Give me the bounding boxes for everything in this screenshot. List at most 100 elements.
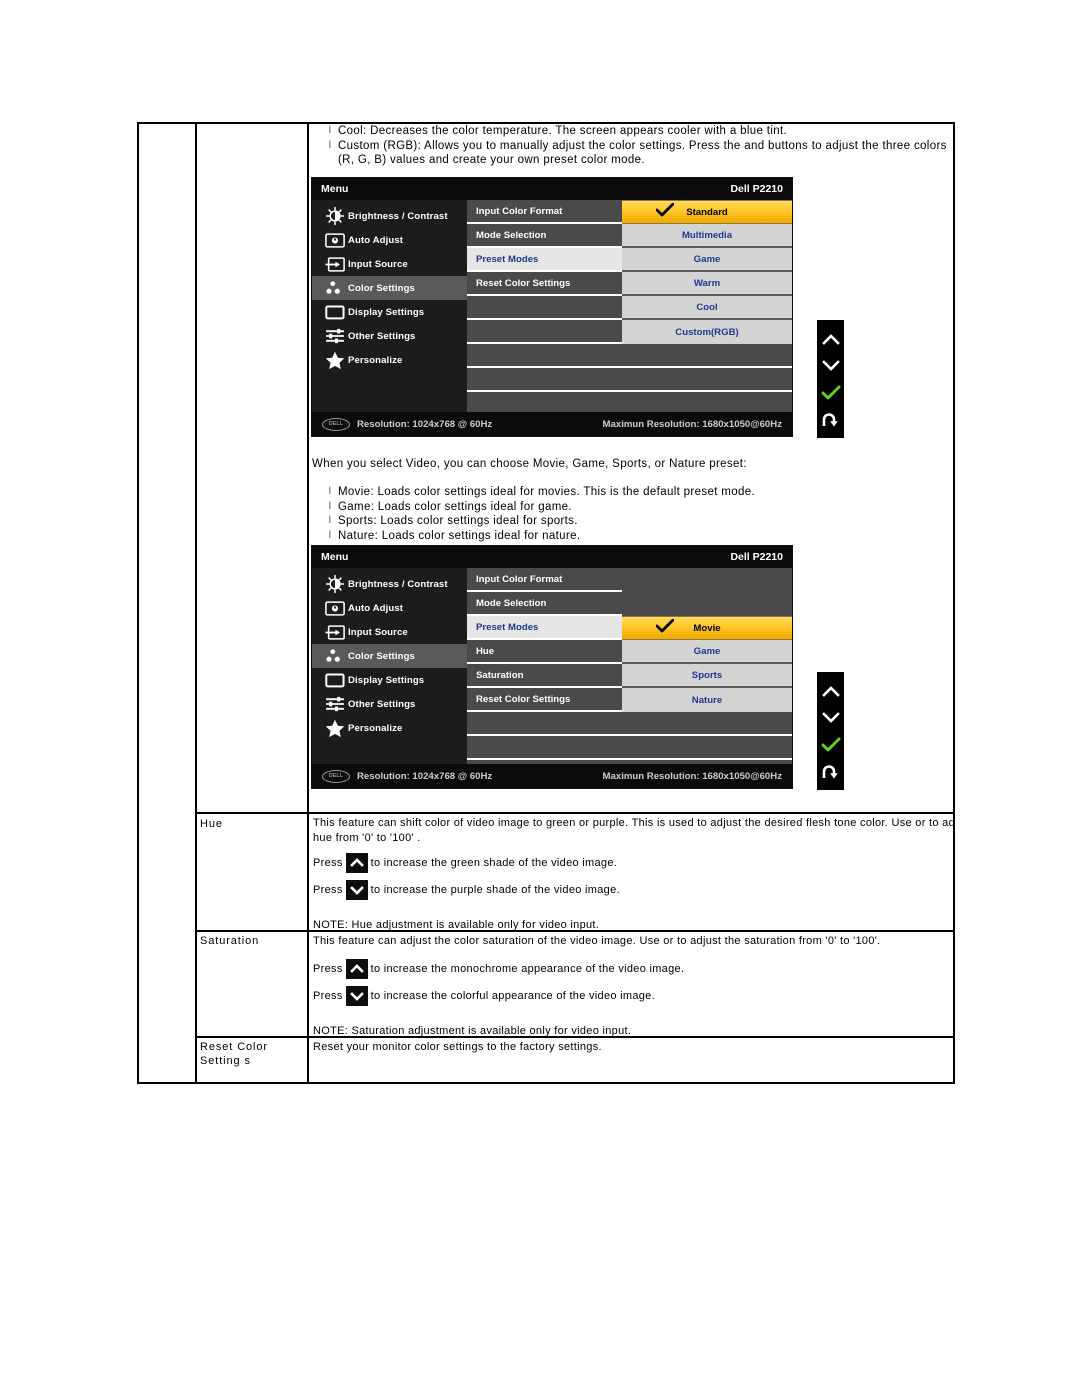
nav-back-button[interactable] bbox=[820, 762, 842, 782]
saturation-press-up-line: Press to increase the monochrome appeara… bbox=[313, 959, 684, 979]
osd-menu-item-label: Mode Selection bbox=[476, 229, 547, 241]
other-settings-icon bbox=[322, 696, 348, 712]
osd-menu-item-hue[interactable]: Hue bbox=[467, 640, 622, 664]
list-item: l Sports: Loads color settings ideal for… bbox=[322, 514, 962, 529]
osd-preset-option-label: Sports bbox=[691, 669, 723, 681]
osd-sidebar-item-label: Other Settings bbox=[348, 698, 416, 710]
nav-down-button[interactable] bbox=[820, 356, 842, 376]
osd-sidebar-item-auto-adjust[interactable]: Auto Adjust bbox=[312, 596, 467, 620]
checkmark-icon bbox=[655, 202, 675, 222]
osd-sidebar-item-input-source[interactable]: Input Source bbox=[312, 252, 467, 276]
press-word: Press bbox=[313, 990, 343, 1002]
osd-model-label: Dell P2210 bbox=[730, 551, 783, 563]
nav-back-button[interactable] bbox=[820, 410, 842, 430]
press-word: Press bbox=[313, 963, 343, 975]
osd-preset-option-standard[interactable]: Standard bbox=[622, 200, 792, 224]
osd-menu-item-mode-selection[interactable]: Mode Selection bbox=[467, 592, 622, 616]
osd-preset-option-label: Custom(RGB) bbox=[675, 326, 739, 338]
osd-preset-option-sports[interactable]: Sports bbox=[622, 664, 792, 688]
osd-max-resolution-text: Maximun Resolution: 1680x1050@60Hz bbox=[602, 770, 782, 782]
color-settings-icon bbox=[322, 648, 348, 664]
bullet-marker-icon: l bbox=[328, 515, 332, 526]
osd-sidebar-item-input-source[interactable]: Input Source bbox=[312, 620, 467, 644]
osd-menu-item-input-color-format[interactable]: Input Color Format bbox=[467, 568, 622, 592]
osd-submenu-column: Movie Game Sports Nature bbox=[622, 568, 792, 764]
press-up-text: to increase the green shade of the video… bbox=[370, 857, 618, 869]
osd-sidebar-item-other-settings[interactable]: Other Settings bbox=[312, 692, 467, 716]
osd-submenu-panel: Standard Multimedia Game Warm Cool Custom(RGB… bbox=[622, 200, 792, 344]
osd-submenu-column: Standard Multimedia Game Warm Cool Custom(RGB… bbox=[622, 200, 792, 412]
osd-menu-item-saturation[interactable]: Saturation bbox=[467, 664, 622, 688]
osd-menu-item-label: Reset Color Settings bbox=[476, 693, 571, 705]
osd-preset-option-warm[interactable]: Warm bbox=[622, 272, 792, 296]
nav-up-button[interactable] bbox=[820, 329, 842, 349]
osd-sidebar-item-label: Personalize bbox=[348, 354, 403, 366]
osd-sidebar-item-personalize[interactable]: Personalize bbox=[312, 348, 467, 372]
osd-middle-column: Input Color Format Mode Selection Preset M… bbox=[467, 568, 622, 764]
osd-preset-option-game[interactable]: Game bbox=[622, 248, 792, 272]
osd-menu-item-preset-modes[interactable]: Preset Modes bbox=[467, 248, 622, 272]
osd-model-label: Dell P2210 bbox=[730, 183, 783, 195]
osd-sidebar-item-brightness-contrast[interactable]: Brightness / Contrast bbox=[312, 204, 467, 228]
osd-preset-option-label: Standard bbox=[686, 206, 728, 218]
bullet-marker-icon: l bbox=[328, 529, 332, 541]
osd-menu-item-label: Input Color Format bbox=[476, 205, 563, 217]
osd-sidebar-item-display-settings[interactable]: Display Settings bbox=[312, 668, 467, 692]
osd-preset-option-game[interactable]: Game bbox=[622, 640, 792, 664]
osd-nav-strip-pc[interactable] bbox=[817, 320, 844, 438]
osd-sidebar-item-auto-adjust[interactable]: Auto Adjust bbox=[312, 228, 467, 252]
osd-preset-option-custom-rgb[interactable]: Custom(RGB) bbox=[622, 320, 792, 344]
osd-preset-option-movie[interactable]: Movie bbox=[622, 616, 792, 640]
nav-down-button[interactable] bbox=[820, 708, 842, 728]
osd-sidebar-item-label: Brightness / Contrast bbox=[348, 578, 448, 590]
osd-menu-item-reset-color-settings[interactable]: Reset Color Settings bbox=[467, 688, 622, 712]
osd-preset-option-multimedia[interactable]: Multimedia bbox=[622, 224, 792, 248]
down-arrow-button-icon[interactable] bbox=[345, 880, 368, 900]
down-arrow-button-icon[interactable] bbox=[345, 986, 368, 1006]
osd-sidebar-item-color-settings[interactable]: Color Settings bbox=[312, 644, 467, 668]
nav-ok-button[interactable] bbox=[820, 735, 842, 755]
osd-sidebar-item-brightness-contrast[interactable]: Brightness / Contrast bbox=[312, 572, 467, 596]
osd-menu-item-label: Hue bbox=[476, 645, 495, 657]
table-row-label-hue: Hue bbox=[200, 818, 223, 830]
osd-preset-option-label: Warm bbox=[693, 277, 721, 289]
osd-menu-item-label: Reset Color Settings bbox=[476, 277, 571, 289]
saturation-press-down-line: Press to increase the colorful appearanc… bbox=[313, 986, 655, 1006]
osd-middle-column: Input Color Format Mode Selection Preset M… bbox=[467, 200, 622, 412]
osd-sidebar-item-display-settings[interactable]: Display Settings bbox=[312, 300, 467, 324]
display-settings-icon bbox=[322, 672, 348, 688]
osd-menu-item-mode-selection[interactable]: Mode Selection bbox=[467, 224, 622, 248]
up-arrow-button-icon[interactable] bbox=[345, 853, 368, 873]
list-item: l Custom (RGB): Allows you to manually a… bbox=[322, 139, 962, 168]
up-arrow-button-icon[interactable] bbox=[345, 959, 368, 979]
osd-preset-option-nature[interactable]: Nature bbox=[622, 688, 792, 712]
osd-menu-item-preset-modes[interactable]: Preset Modes bbox=[467, 616, 622, 640]
osd-menu-item-input-color-format[interactable]: Input Color Format bbox=[467, 200, 622, 224]
osd-menu-item-label: Preset Modes bbox=[476, 621, 539, 633]
osd-menu-empty-row bbox=[467, 320, 622, 344]
osd-window-pc-preset-modes: Menu Dell P2210 Brightness / Contrast Au… bbox=[312, 178, 792, 436]
osd-preset-option-cool[interactable]: Cool bbox=[622, 296, 792, 320]
nav-up-button[interactable] bbox=[820, 681, 842, 701]
osd-sidebar-item-label: Auto Adjust bbox=[348, 234, 404, 246]
osd-sidebar-item-other-settings[interactable]: Other Settings bbox=[312, 324, 467, 348]
press-word: Press bbox=[313, 884, 343, 896]
osd-body: Brightness / Contrast Auto Adjust Input … bbox=[312, 200, 792, 412]
osd-menu-label: Menu bbox=[321, 551, 349, 563]
osd-menu-empty-row bbox=[467, 736, 622, 760]
osd-right-spacers bbox=[622, 712, 792, 760]
osd-footer: DELL Resolution: 1024x768 @ 60Hz Maximun… bbox=[312, 412, 792, 436]
osd-menu-item-label: Mode Selection bbox=[476, 597, 547, 609]
dell-logo-icon: DELL bbox=[322, 417, 350, 431]
osd-sidebar-item-label: Brightness / Contrast bbox=[348, 210, 448, 222]
osd-menu-item-reset-color-settings[interactable]: Reset Color Settings bbox=[467, 272, 622, 296]
osd-sidebar-item-label: Other Settings bbox=[348, 330, 416, 342]
osd-menu-empty-row bbox=[467, 368, 622, 392]
nav-ok-button[interactable] bbox=[820, 383, 842, 403]
brightness-icon bbox=[322, 575, 348, 593]
osd-sidebar-item-personalize[interactable]: Personalize bbox=[312, 716, 467, 740]
list-item: l Game: Loads color settings ideal for g… bbox=[322, 500, 962, 515]
osd-nav-strip-video[interactable] bbox=[817, 672, 844, 790]
osd-titlebar: Menu Dell P2210 bbox=[312, 178, 792, 200]
osd-sidebar-item-color-settings[interactable]: Color Settings bbox=[312, 276, 467, 300]
